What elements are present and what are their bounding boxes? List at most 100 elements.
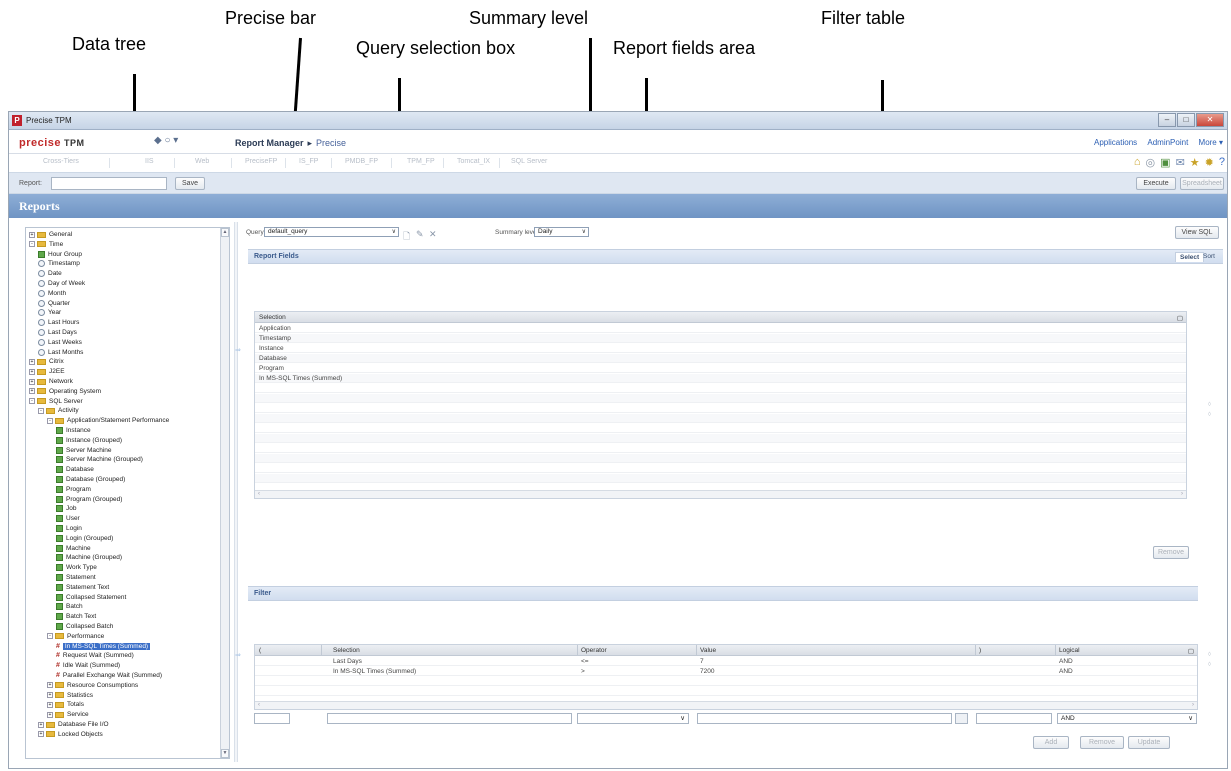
tree-item[interactable]: Instance (Grouped) <box>56 436 122 445</box>
tree-item[interactable]: Server Machine <box>56 446 112 455</box>
filter-row[interactable]: In MS-SQL Times (Summed) >7200 AND <box>255 667 1197 676</box>
breadcrumb-precise[interactable]: Precise <box>316 138 346 148</box>
collapse-icon[interactable]: - <box>47 633 53 640</box>
expand-icon[interactable]: + <box>47 711 53 718</box>
tree-item[interactable]: + Totals <box>47 700 84 709</box>
tree-item[interactable]: Batch Text <box>56 612 96 621</box>
home-icon[interactable]: ⌂ <box>1134 156 1141 169</box>
tree-item[interactable]: Statement <box>56 573 96 582</box>
view-sql-button[interactable]: View SQL <box>1175 226 1219 239</box>
report-name-input[interactable] <box>51 177 167 190</box>
tab-pmdb-fp[interactable]: PMDB_FP <box>345 158 378 165</box>
expand-icon[interactable]: + <box>29 358 35 365</box>
settings-icon[interactable]: ◎ <box>1146 156 1156 169</box>
tree-item[interactable]: Login (Grouped) <box>56 534 113 543</box>
tree-item[interactable]: + J2EE <box>29 367 65 376</box>
tree-item[interactable]: + General <box>29 230 72 239</box>
tree-item[interactable]: + Statistics <box>47 691 93 700</box>
tree-item[interactable]: Last Months <box>38 348 83 357</box>
tree-item[interactable]: Last Hours <box>38 318 79 327</box>
tree-item[interactable]: Instance <box>56 426 91 435</box>
summary-level-select[interactable]: Daily ∨ <box>534 227 589 237</box>
tree-item[interactable]: Collapsed Batch <box>56 622 113 631</box>
expand-icon[interactable]: + <box>47 682 53 689</box>
filter-open-paren-input[interactable] <box>254 713 290 724</box>
report-field-row[interactable]: Timestamp <box>255 334 1186 343</box>
expand-icon[interactable]: + <box>47 692 53 699</box>
tree-scrollbar[interactable]: ▲ ▼ <box>220 228 229 758</box>
tree-item[interactable]: Statement Text <box>56 583 109 592</box>
collapse-icon[interactable]: - <box>38 407 44 414</box>
scroll-up-icon[interactable]: ▲ <box>221 228 229 237</box>
new-query-icon[interactable]: 🗋 <box>403 229 410 245</box>
filter-operator-select[interactable]: ∨ <box>577 713 689 724</box>
filter-move-up-icon[interactable]: ◊ <box>1208 652 1211 658</box>
gear-icon[interactable]: ✹ <box>1205 156 1214 169</box>
filter-selection-input[interactable] <box>327 713 572 724</box>
tree-item[interactable]: + Locked Objects <box>38 730 103 739</box>
filter-row[interactable]: Last Days <= 7 AND <box>255 657 1197 666</box>
tree-item[interactable]: - SQL Server <box>29 397 83 406</box>
update-filter-button[interactable]: Update <box>1128 736 1170 749</box>
splitter-arrow-icon[interactable]: ⇒ <box>235 346 241 354</box>
tree-item[interactable]: Program (Grouped) <box>56 495 122 504</box>
filter-value-input[interactable] <box>697 713 952 724</box>
tree-item[interactable]: Login <box>56 524 82 533</box>
maximize-button[interactable]: □ <box>1177 113 1195 127</box>
tree-item[interactable]: # Idle Wait (Summed) <box>56 661 120 670</box>
expand-icon[interactable]: + <box>47 701 53 708</box>
tab-sql-server[interactable]: SQL Server <box>511 158 547 165</box>
expand-icon[interactable]: + <box>29 388 35 395</box>
close-button[interactable]: ✕ <box>1196 113 1224 127</box>
report-fields-hscroll[interactable]: ‹ › <box>255 490 1186 498</box>
report-field-row[interactable]: Application <box>255 324 1186 333</box>
filter-hscroll[interactable]: ‹ › <box>255 701 1197 709</box>
tree-item[interactable]: - Time <box>29 240 63 249</box>
tree-item[interactable]: # In MS-SQL Times (Summed) <box>56 642 151 651</box>
expand-icon[interactable]: + <box>29 378 35 385</box>
tree-item[interactable]: Year <box>38 308 61 317</box>
tree-item[interactable]: Machine <box>56 544 91 553</box>
pane-splitter[interactable] <box>234 222 238 762</box>
tree-item[interactable]: Job <box>56 504 76 513</box>
tree-item[interactable]: - Performance <box>47 632 104 641</box>
tab-iis[interactable]: IIS <box>145 158 154 165</box>
tree-item[interactable]: Last Days <box>38 328 77 337</box>
expand-icon[interactable]: + <box>38 731 44 738</box>
tab-tomcat-ix[interactable]: Tomcat_IX <box>457 158 490 165</box>
tree-item[interactable]: - Application/Statement Performance <box>47 416 169 425</box>
tree-item[interactable]: Timestamp <box>38 259 80 268</box>
favorites-icon[interactable]: ★ <box>1190 156 1200 169</box>
report-field-row[interactable]: Instance <box>255 344 1186 353</box>
report-field-row[interactable]: Database <box>255 354 1186 363</box>
tab-cross-tiers[interactable]: Cross-Tiers <box>43 158 79 165</box>
filter-logical-select[interactable]: AND ∨ <box>1057 713 1197 724</box>
tab-is-fp[interactable]: IS_FP <box>299 158 318 165</box>
query-select[interactable]: default_query ∨ <box>264 227 399 237</box>
report-field-row[interactable]: Program <box>255 364 1186 373</box>
tree-item[interactable]: Last Weeks <box>38 338 82 347</box>
tree-item[interactable]: + Resource Consumptions <box>47 681 138 690</box>
tree-item[interactable]: + Network <box>29 377 73 386</box>
tab-tpm-fp[interactable]: TPM_FP <box>407 158 435 165</box>
tree-item[interactable]: Database <box>56 465 94 474</box>
remove-field-button[interactable]: Remove <box>1153 546 1189 559</box>
help-icon[interactable]: ? <box>1219 156 1225 169</box>
filter-value-picker-icon[interactable] <box>955 713 968 724</box>
expand-icon[interactable]: + <box>38 721 44 728</box>
expand-icon[interactable]: + <box>29 368 35 375</box>
tree-item[interactable]: # Request Wait (Summed) <box>56 651 134 660</box>
filter-splitter-arrow-icon[interactable]: ⇒ <box>235 651 241 659</box>
edit-query-icon[interactable]: ✎ <box>416 229 424 240</box>
reports-icon[interactable]: ▣ <box>1160 156 1170 169</box>
collapse-icon[interactable]: - <box>29 241 35 248</box>
more-link[interactable]: More ▾ <box>1199 138 1223 147</box>
breadcrumb-report-manager[interactable]: Report Manager <box>235 138 304 148</box>
expand-icon[interactable]: + <box>29 231 35 238</box>
tree-item[interactable]: + Database File I/O <box>38 720 109 729</box>
tree-item[interactable]: + Service <box>47 710 89 719</box>
filter-close-paren-input[interactable] <box>976 713 1052 724</box>
tab-precisefp[interactable]: PreciseFP <box>245 158 277 165</box>
filter-move-down-icon[interactable]: ◊ <box>1208 662 1211 668</box>
tree-item[interactable]: Quarter <box>38 299 70 308</box>
